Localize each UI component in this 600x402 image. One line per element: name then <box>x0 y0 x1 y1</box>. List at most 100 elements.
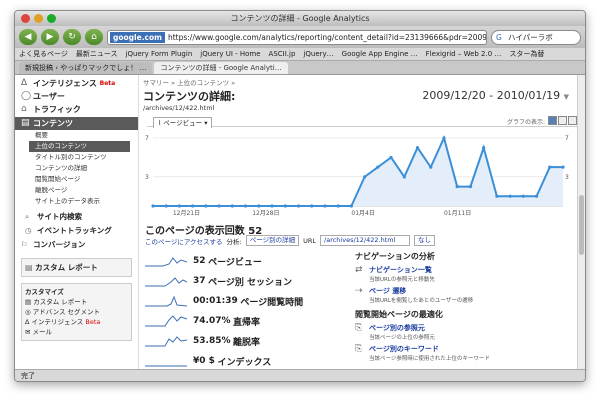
landing-desc: 当該ページの上位の参照元 <box>369 335 435 341</box>
data-point <box>468 184 473 189</box>
navigation-desc: 当該URLの参照元と移動先 <box>369 277 435 283</box>
tab-blog[interactable]: 新規投稿 ‹ やっぱりマックでしょ！ … <box>19 62 153 74</box>
zoom-button[interactable] <box>47 14 56 23</box>
graph-mode-label: グラフの表示: <box>506 119 545 126</box>
navigation-link[interactable]: ページ 遷移 <box>369 286 473 296</box>
sparkline <box>145 365 187 367</box>
data-point <box>389 155 393 160</box>
x-tick-label: 12月21日 <box>173 210 200 217</box>
user-icon: ◯ <box>21 91 32 101</box>
sidebar-item-event-tracking[interactable]: ◷ イベントトラッキング <box>15 224 138 238</box>
bookmark-item[interactable]: スター為替 <box>509 48 544 60</box>
chevron-down-icon: ▼ <box>563 93 569 101</box>
back-button[interactable]: ◀ <box>19 29 37 45</box>
bookmark-item[interactable]: 最新ニュース <box>76 48 118 60</box>
data-point <box>534 194 539 198</box>
main-panel: サマリー » 上位のコンテンツ » コンテンツの詳細: /archives/12… <box>143 75 577 369</box>
reload-button[interactable]: ↻ <box>63 29 81 45</box>
tab-bar: 新規投稿 ‹ やっぱりマックでしょ！ … コンテンツの詳細 - Google A… <box>15 61 585 75</box>
table-graph-icon[interactable] <box>568 116 577 125</box>
sidebar-sub-content-by-title[interactable]: タイトル別のコンテンツ <box>15 152 138 163</box>
close-button[interactable] <box>21 14 30 23</box>
tab-analytics[interactable]: コンテンツの詳細 - Google Analyti… <box>154 62 288 74</box>
data-point <box>402 175 406 179</box>
sidebar-sub-site-overlay[interactable]: サイト上のデータ表示 <box>15 196 138 207</box>
bookmark-item[interactable]: Google App Engine … <box>342 48 418 60</box>
url-label: URL <box>303 236 317 245</box>
x-tick-label: 01月11日 <box>444 210 471 217</box>
y-tick-label: 7 <box>145 135 149 142</box>
metric-row: 00:01:39 ページ閲覧時間 <box>145 291 345 311</box>
customize-item[interactable]: ∆ インテリジェンス Beta <box>25 317 128 327</box>
report-icon: ▤ <box>25 298 32 306</box>
visit-page-link[interactable]: このページにアクセスする <box>145 236 223 246</box>
navigation-item[interactable]: ⇄ ナビゲーション一覧 当該URLの参照元と移動先 <box>355 265 577 283</box>
report-icon: ▤ <box>25 263 33 272</box>
sidebar-sub-content-detail[interactable]: コンテンツの詳細 <box>15 163 138 174</box>
sidebar-item-users[interactable]: ◯ ユーザー <box>15 90 138 103</box>
metric-value: 00:01:39 <box>193 296 238 306</box>
bookmark-item[interactable]: jQuery… <box>303 48 333 60</box>
data-point <box>243 204 248 208</box>
sparkline <box>145 295 187 307</box>
metric-row: ¥0 $ インデックス <box>145 351 345 369</box>
none-select[interactable]: なし <box>414 235 436 246</box>
line-graph-icon[interactable] <box>548 116 557 125</box>
metric-value: 53.85% <box>193 336 231 346</box>
minimize-button[interactable] <box>34 14 43 23</box>
home-button[interactable]: ⌂ <box>85 29 103 45</box>
customize-item[interactable]: ◎ アドバンス セグメント <box>25 307 128 317</box>
vertical-scrollbar[interactable] <box>577 75 585 369</box>
referrer-icon: ⎘ <box>355 323 363 333</box>
search-field[interactable]: G ハイパーラボ <box>491 29 581 45</box>
sidebar-item-traffic[interactable]: ⌂ トラフィック <box>15 103 138 116</box>
metric-label: ページ別 セッション <box>208 277 293 288</box>
graph-metric-tab[interactable]: ⌇ ページビュー ▾ <box>153 117 213 128</box>
sparkline <box>145 315 187 327</box>
sidebar-item-content[interactable]: ▤ コンテンツ <box>15 117 138 130</box>
customize-item[interactable]: ✉ メール <box>25 327 128 337</box>
data-point <box>177 204 182 208</box>
scroll-thumb[interactable] <box>579 195 584 255</box>
bar-graph-icon[interactable] <box>558 116 567 125</box>
analysis-select[interactable]: ページ別の詳細 <box>245 235 300 246</box>
landing-link[interactable]: ページ別の参照元 <box>369 323 435 333</box>
y-tick-label: 3 <box>565 174 569 181</box>
landing-link[interactable]: ページ別のキーワード <box>369 344 490 354</box>
forward-button[interactable]: ▶ <box>41 29 59 45</box>
customize-title: カスタマイズ <box>25 288 64 296</box>
custom-report-box[interactable]: ▤ カスタム レポート <box>21 258 132 277</box>
bookmark-item[interactable]: よく見るページ <box>19 48 68 60</box>
data-point <box>376 165 380 169</box>
sidebar-item-intelligence[interactable]: ∆ インテリジェンス Beta <box>15 77 138 90</box>
metric-row: 53.85% 離脱率 <box>145 331 345 351</box>
data-point <box>204 204 208 208</box>
breadcrumb[interactable]: サマリー » 上位のコンテンツ » <box>143 77 577 87</box>
filter-bar: このページにアクセスする 分析: ページ別の詳細 URL /archives/1… <box>145 235 577 246</box>
data-point <box>323 204 327 208</box>
metric-row: 37 ページ別 セッション <box>145 271 345 291</box>
sidebar-item-site-search[interactable]: ⌕ サイト内検索 <box>15 210 138 224</box>
bookmark-item[interactable]: Flexigrid – Web 2.0 … <box>426 48 502 60</box>
sidebar-item-conversion[interactable]: ⚐ コンバージョン <box>15 238 138 252</box>
landing-item[interactable]: ⎘ ページ別の参照元当該ページの上位の参照元 <box>355 323 577 341</box>
navigation-link[interactable]: ナビゲーション一覧 <box>369 265 435 275</box>
keyword-icon: ⎘ <box>355 344 363 354</box>
data-point <box>336 204 340 208</box>
sidebar-sub-overview[interactable]: 概要 <box>15 130 138 141</box>
sidebar-sub-landing-pages[interactable]: 閲覧開始ページ <box>15 174 138 185</box>
landing-item[interactable]: ⎘ ページ別のキーワード 当該ページ参照時に使用された上位のキーワード <box>355 344 577 362</box>
sparkline <box>145 257 187 267</box>
navigation-item[interactable]: ⇢ ページ 遷移 当該URLを閲覧したあとのユーザーの遷移 <box>355 286 577 304</box>
customize-item[interactable]: ▤ カスタム レポート <box>25 297 128 307</box>
navigation-desc: 当該URLを閲覧したあとのユーザーの遷移 <box>369 298 474 304</box>
bookmark-item[interactable]: ASCII.jp <box>269 48 296 60</box>
metric-value: 52 <box>193 256 206 266</box>
date-range-selector[interactable]: 2009/12/20 - 2010/01/19 ▼ <box>422 89 569 102</box>
url-select[interactable]: /archives/12/422.html <box>320 235 411 246</box>
sidebar-sub-exit-pages[interactable]: 離脱ページ <box>15 185 138 196</box>
address-bar[interactable]: google.com https://www.google.com/analyt… <box>107 29 487 45</box>
bookmark-item[interactable]: jQuery UI - Home <box>200 48 260 60</box>
bookmark-item[interactable]: jQuery Form Plugin <box>126 48 193 60</box>
sidebar-sub-top-content[interactable]: 上位のコンテンツ <box>29 141 130 152</box>
